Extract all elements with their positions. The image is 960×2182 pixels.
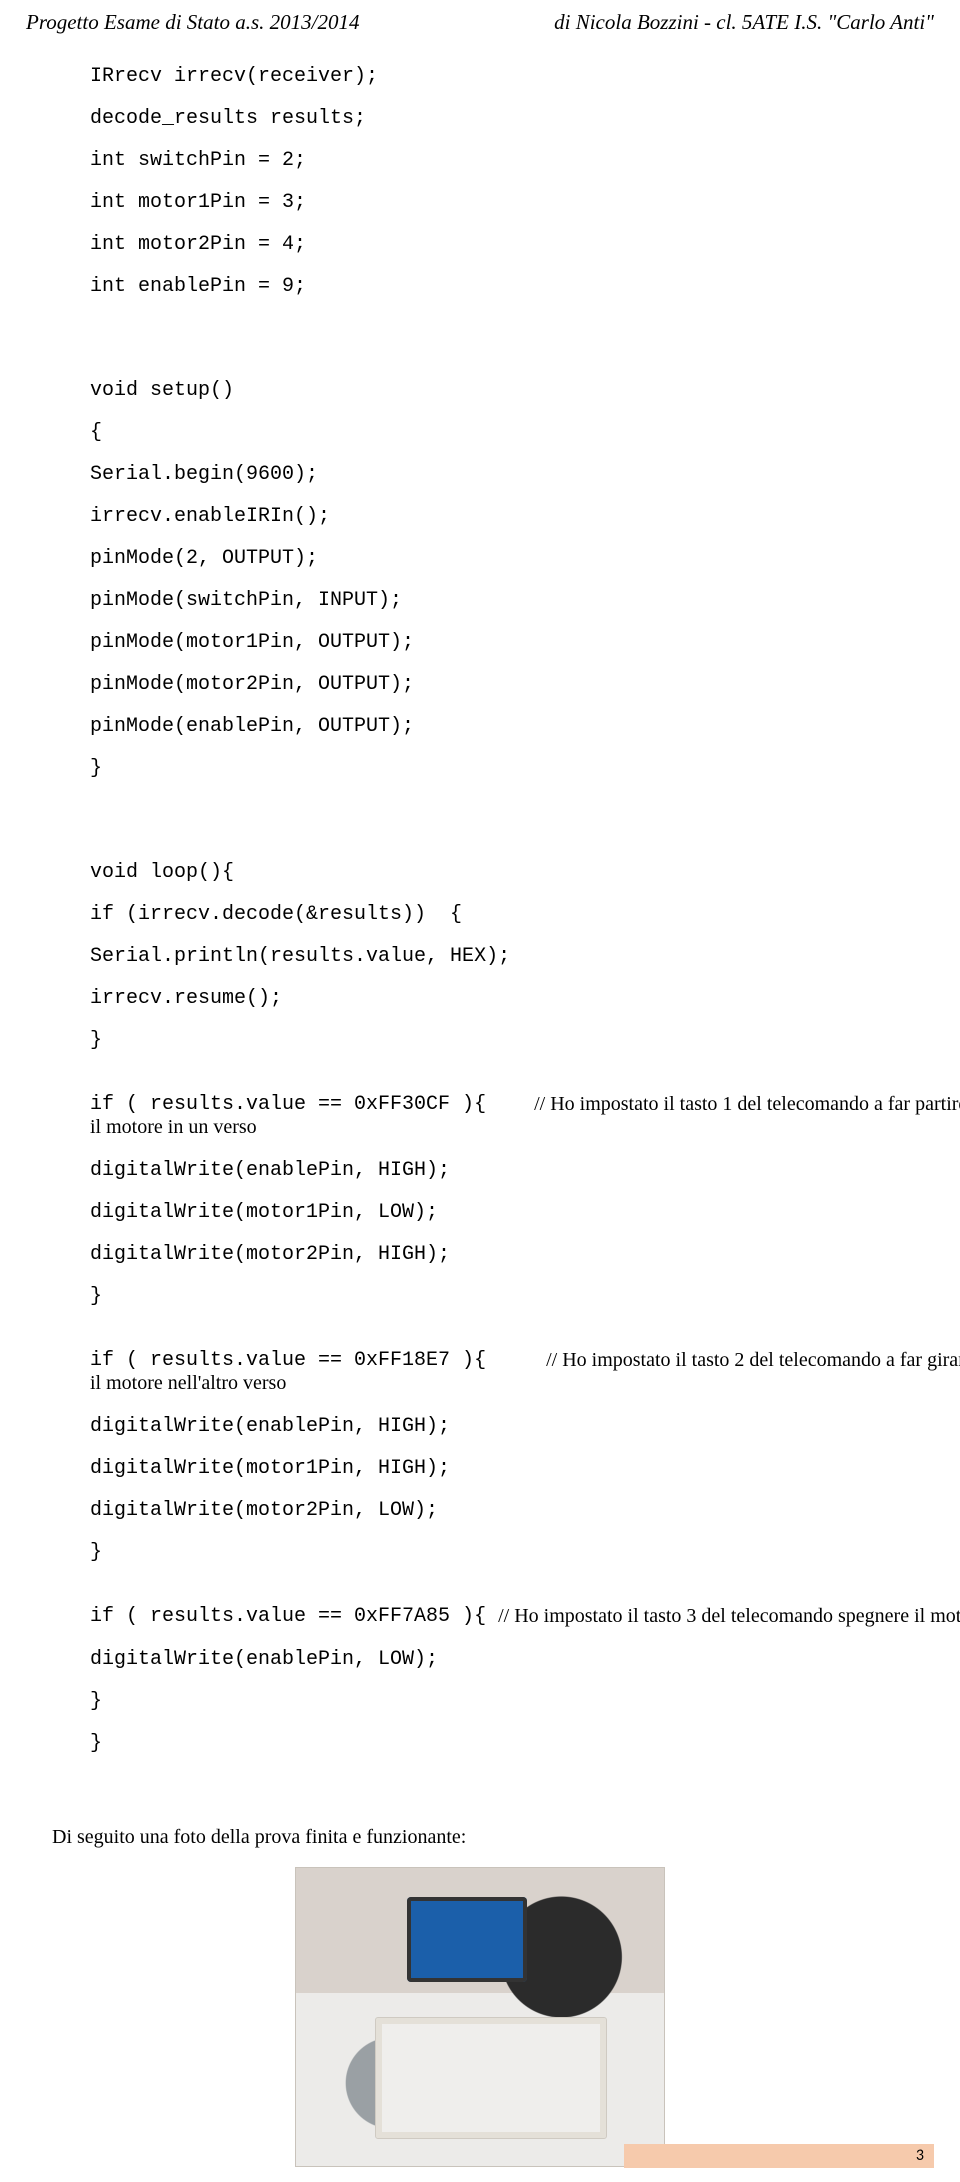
code-line: } — [90, 1030, 914, 1051]
code-comment-continuation: il motore nell'altro verso — [90, 1372, 914, 1395]
blank-line — [90, 821, 914, 841]
code-line: Serial.begin(9600); — [90, 464, 914, 485]
code-line: Serial.println(results.value, HEX); — [90, 946, 914, 967]
code-line: if (irrecv.decode(&results)) { — [90, 904, 914, 925]
project-photo — [295, 1867, 665, 2167]
code-line: pinMode(enablePin, OUTPUT); — [90, 716, 914, 737]
code-line: } — [90, 1733, 914, 1754]
code-line: pinMode(motor1Pin, OUTPUT); — [90, 632, 914, 653]
code-fragment: if ( results.value == 0xFF18E7 ){ — [90, 1349, 546, 1372]
code-line: } — [90, 758, 914, 779]
code-line: int motor2Pin = 4; — [90, 234, 914, 255]
code-fragment: if ( results.value == 0xFF7A85 ){ — [90, 1605, 498, 1628]
code-fragment: if ( results.value == 0xFF30CF ){ — [90, 1093, 534, 1116]
code-line: digitalWrite(enablePin, LOW); — [90, 1649, 914, 1670]
header-right: di Nicola Bozzini - cl. 5ATE I.S. "Carlo… — [554, 10, 934, 35]
code-line: decode_results results; — [90, 108, 914, 129]
code-line: digitalWrite(enablePin, HIGH); — [90, 1160, 914, 1181]
code-line: void setup() — [90, 380, 914, 401]
blank-line — [90, 339, 914, 359]
code-comment-continuation: il motore in un verso — [90, 1116, 914, 1139]
code-block-loop-start: void loop(){ if (irrecv.decode(&results)… — [90, 841, 914, 1093]
code-line: } — [90, 1542, 914, 1563]
code-block-if1-body: digitalWrite(enablePin, HIGH); digitalWr… — [90, 1139, 914, 1349]
code-line-with-comment: if ( results.value == 0xFF18E7 ){ // Ho … — [90, 1349, 914, 1372]
code-line: int switchPin = 2; — [90, 150, 914, 171]
page-footer: 3 — [624, 2144, 934, 2168]
code-line: void loop(){ — [90, 862, 914, 883]
code-line-with-comment: if ( results.value == 0xFF7A85 ){ // Ho … — [90, 1605, 914, 1628]
code-line: digitalWrite(motor1Pin, HIGH); — [90, 1458, 914, 1479]
code-line: irrecv.enableIRIn(); — [90, 506, 914, 527]
page: Progetto Esame di Stato a.s. 2013/2014 d… — [0, 0, 960, 2182]
code-line: irrecv.resume(); — [90, 988, 914, 1009]
code-line: int motor1Pin = 3; — [90, 192, 914, 213]
header-left: Progetto Esame di Stato a.s. 2013/2014 — [26, 10, 359, 35]
code-block-if2-body: digitalWrite(enablePin, HIGH); digitalWr… — [90, 1395, 914, 1605]
closing-paragraph: Di seguito una foto della prova finita e… — [26, 1826, 934, 1849]
code-block-setup: void setup() { Serial.begin(9600); irrec… — [90, 359, 914, 821]
code-block-declarations: IRrecv irrecv(receiver); decode_results … — [90, 45, 914, 339]
code-comment: // Ho impostato il tasto 3 del telecoman… — [498, 1605, 960, 1628]
code-line: } — [90, 1691, 914, 1712]
code-line: } — [90, 1286, 914, 1307]
code-line: pinMode(2, OUTPUT); — [90, 548, 914, 569]
page-header: Progetto Esame di Stato a.s. 2013/2014 d… — [26, 10, 934, 35]
code-line: digitalWrite(motor1Pin, LOW); — [90, 1202, 914, 1223]
code-line: pinMode(motor2Pin, OUTPUT); — [90, 674, 914, 695]
code-line: int enablePin = 9; — [90, 276, 914, 297]
photo-container — [26, 1867, 934, 2172]
page-number: 3 — [916, 2146, 924, 2165]
code-line: digitalWrite(motor2Pin, LOW); — [90, 1500, 914, 1521]
code-line: pinMode(switchPin, INPUT); — [90, 590, 914, 611]
content-area: IRrecv irrecv(receiver); decode_results … — [26, 45, 934, 1796]
code-line: digitalWrite(motor2Pin, HIGH); — [90, 1244, 914, 1265]
code-comment: // Ho impostato il tasto 1 del telecoman… — [534, 1093, 960, 1116]
code-block-if3-body: digitalWrite(enablePin, LOW); } } — [90, 1628, 914, 1796]
code-line: { — [90, 422, 914, 443]
code-line-with-comment: if ( results.value == 0xFF30CF ){ // Ho … — [90, 1093, 914, 1116]
code-line: IRrecv irrecv(receiver); — [90, 66, 914, 87]
code-comment: // Ho impostato il tasto 2 del telecoman… — [546, 1349, 960, 1372]
code-line: digitalWrite(enablePin, HIGH); — [90, 1416, 914, 1437]
